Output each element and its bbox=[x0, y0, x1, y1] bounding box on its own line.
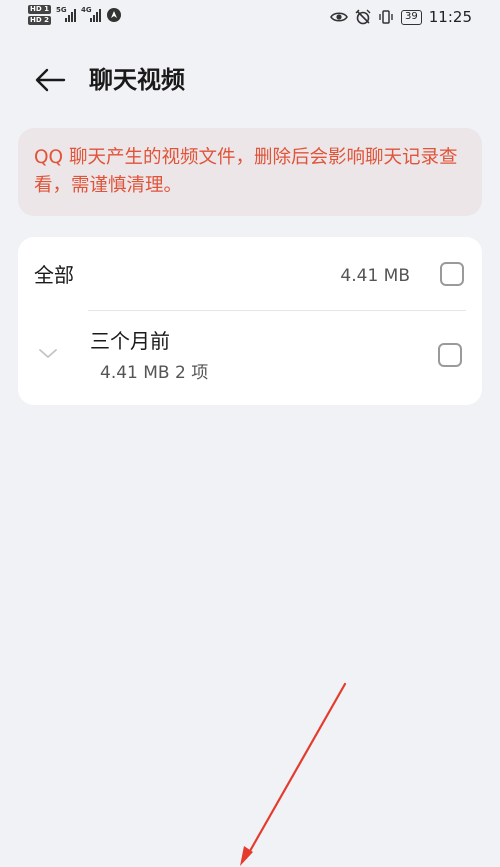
warning-text: QQ 聊天产生的视频文件，删除后会影响聊天记录查看，需谨慎清理。 bbox=[34, 147, 458, 196]
group-row-three-months-ago[interactable]: 三个月前 4.41 MB 2 项 bbox=[18, 311, 482, 405]
signal-5g-icon: 5G bbox=[55, 6, 76, 22]
net1-label: 5G bbox=[55, 6, 67, 14]
chevron-down-icon bbox=[39, 349, 57, 358]
select-all-row[interactable]: 全部 4.41 MB bbox=[18, 237, 482, 311]
status-bar: HD 1 HD 2 5G 4G 39 11:25 bbox=[0, 0, 500, 38]
eye-icon bbox=[330, 12, 348, 22]
back-button[interactable] bbox=[30, 63, 70, 97]
clock: 11:25 bbox=[428, 8, 472, 26]
select-all-label: 全部 bbox=[34, 263, 74, 287]
hd2-badge: HD 2 bbox=[28, 16, 51, 25]
battery-icon: 39 bbox=[401, 9, 422, 25]
vibrate-icon bbox=[379, 10, 393, 24]
app-header: 聊天视频 bbox=[0, 55, 500, 105]
status-right: 39 11:25 bbox=[330, 8, 472, 26]
video-list-card: 全部 4.41 MB 三个月前 4.41 MB 2 项 bbox=[18, 237, 482, 405]
select-all-checkbox[interactable] bbox=[440, 262, 464, 286]
back-arrow-icon bbox=[35, 68, 66, 92]
net2-label: 4G bbox=[80, 6, 92, 14]
page-title: 聊天视频 bbox=[89, 66, 185, 94]
status-left: HD 1 HD 2 5G 4G bbox=[28, 5, 122, 25]
hd-indicators: HD 1 HD 2 bbox=[28, 5, 51, 25]
expand-button[interactable] bbox=[36, 343, 60, 363]
alarm-off-icon bbox=[355, 9, 371, 25]
select-all-size: 4.41 MB bbox=[340, 266, 410, 286]
navigation-icon bbox=[106, 8, 121, 22]
warning-notice: QQ 聊天产生的视频文件，删除后会影响聊天记录查看，需谨慎清理。 bbox=[18, 128, 482, 216]
group-checkbox[interactable] bbox=[438, 343, 462, 367]
hd1-badge: HD 1 bbox=[28, 5, 51, 14]
signal-4g-icon: 4G bbox=[80, 6, 101, 22]
group-meta: 4.41 MB 2 项 bbox=[100, 363, 209, 383]
group-title: 三个月前 bbox=[90, 329, 170, 353]
